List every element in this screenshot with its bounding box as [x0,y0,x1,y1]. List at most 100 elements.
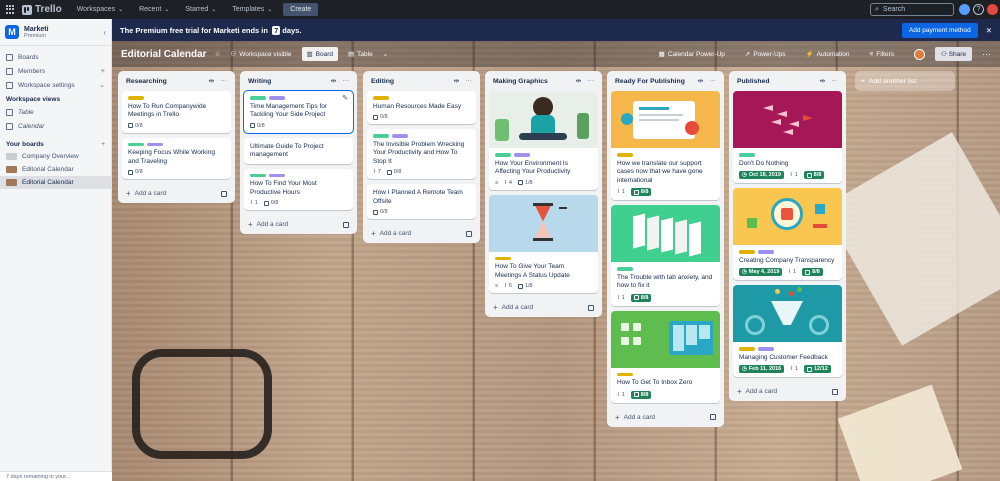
card[interactable]: Human Resources Made Easy 0/8 [367,91,476,124]
app-switcher-icon[interactable] [6,4,16,15]
card[interactable]: Ultimate Guide To Project management [244,137,353,164]
automation-button[interactable]: ⚡ Automation [805,50,850,59]
close-icon[interactable]: ✕ [986,26,992,35]
card[interactable]: Creating Company Transparency ◷ May 4, 20… [733,188,842,280]
nav-starred[interactable]: Starred ⌄ [180,3,221,16]
trello-logo[interactable]: Trello [22,4,62,15]
star-icon[interactable]: ☆ [215,50,221,58]
lightning-icon: ⚡ [805,51,814,58]
view-table-button[interactable]: ▤ Table [348,50,373,59]
add-card-button[interactable]: + Add a card [367,224,476,243]
add-card-button[interactable]: + Add a card [244,215,353,234]
list-menu-icon[interactable]: ··· [587,77,594,85]
calendar-powerup-button[interactable]: ▦ Calendar Power-Up [659,50,725,59]
list-menu-icon[interactable]: ··· [831,77,838,85]
list-menu-icon[interactable]: ··· [709,77,716,85]
add-card-button[interactable]: + Add a card [489,298,598,317]
list-menu-icon[interactable]: ··· [465,77,472,85]
notifications-icon[interactable] [959,4,970,15]
checklist-icon [633,189,639,195]
card[interactable]: How To Find Your Most Productive Hours ⌇… [244,168,353,210]
add-card-button[interactable]: + Add a card [733,382,842,401]
card-labels [495,256,592,260]
chevron-down-icon: ⌄ [164,7,170,13]
sidebar-item-table[interactable]: Table [0,105,111,119]
card[interactable]: Managing Customer Feedback ◷ Feb 11, 2016… [733,285,842,377]
collapse-list-icon[interactable]: ⇹ [454,77,460,85]
card[interactable]: The Trouble with tab anxiety, and how to… [611,205,720,306]
nav-workspaces[interactable]: Workspaces ⌄ [72,3,128,16]
add-card-button[interactable]: + Add a card [122,184,231,203]
add-card-label: Add a card [379,230,412,237]
list-title[interactable]: Ready For Publishing [615,78,685,85]
template-icon[interactable] [221,190,227,197]
list-title[interactable]: Editing [371,78,394,85]
list-menu-icon[interactable]: ··· [342,77,349,85]
visibility-button[interactable]: ⚇ Workspace visible [230,50,291,59]
user-avatar[interactable] [987,4,998,15]
sidebar-item-boards[interactable]: Boards [0,50,111,64]
card[interactable]: How Your Environment Is Affecting Your P… [489,91,598,190]
collapse-list-icon[interactable]: ⇹ [209,77,215,85]
template-icon[interactable] [588,304,594,311]
card[interactable]: How To Get To Inbox Zero ⌇ 1 8/8 [611,310,720,403]
add-board-icon[interactable]: + [101,141,105,148]
template-icon[interactable] [343,221,349,228]
collapse-list-icon[interactable]: ⇹ [576,77,582,85]
list-title[interactable]: Writing [248,78,271,85]
more-options-icon[interactable]: ··· [982,49,991,59]
list-title[interactable]: Researching [126,78,167,85]
help-icon[interactable]: ? [973,4,984,15]
template-icon[interactable] [832,388,838,395]
share-button[interactable]: ⚇ Share [935,47,972,61]
collapse-list-icon[interactable]: ⇹ [331,77,337,85]
template-icon[interactable] [710,414,716,420]
search-input[interactable]: ⌕ Search [870,3,954,16]
filters-button[interactable]: ≡ Filters [870,51,895,58]
add-member-icon[interactable]: + [101,68,105,75]
nav-templates[interactable]: Templates ⌄ [227,3,277,16]
collapse-sidebar-icon[interactable]: ‹ [103,28,106,37]
sidebar-item-workspace-settings[interactable]: Workspace settings ⌄ [0,78,111,92]
card[interactable]: Keeping Focus While Working and Travelin… [122,137,231,179]
add-list-button[interactable]: + Add another list [855,71,955,91]
card[interactable]: ✎ Time Management Tips for Tackling Your… [243,90,354,134]
collapse-list-icon[interactable]: ⇹ [698,77,704,85]
list-title[interactable]: Making Graphics [493,78,548,85]
add-card-button[interactable]: + Add a card [611,408,720,427]
create-button[interactable]: Create [283,3,319,16]
due-date-badge[interactable]: ◷ Oct 18, 2019 [739,171,784,179]
attachment-count: 1 [621,391,625,398]
checklist-icon [517,283,523,289]
sidebar-board-editorial-calendar[interactable]: Editorial Calendar [0,163,111,176]
nav-recent[interactable]: Recent ⌄ [134,3,174,16]
sidebar-item-label: Table [18,108,34,116]
checklist-complete-badge: 8/8 [630,188,652,196]
card[interactable]: How we translate our support cases now t… [611,91,720,200]
views-dropdown-icon[interactable]: ⌄ [383,50,388,58]
plus-icon: + [493,303,498,312]
list-menu-icon[interactable]: ··· [220,77,227,85]
card[interactable]: The Invisible Problem Wrecking Your Prod… [367,129,476,179]
add-payment-button[interactable]: Add payment method [901,22,978,38]
sidebar-item-members[interactable]: Members + [0,64,111,78]
list-title[interactable]: Published [737,78,769,85]
card[interactable]: How I Planned A Remote Team Offsite 0/8 [367,184,476,219]
attachment-count: 4 [508,179,512,186]
collapse-list-icon[interactable]: ⇹ [820,77,826,85]
card[interactable]: How To Give Your Team Meetings A Status … [489,194,598,293]
powerups-button[interactable]: ➚ Power-Ups [745,50,786,59]
people-icon: ⚇ [230,51,237,58]
board-title[interactable]: Editorial Calendar [121,49,207,60]
sidebar-item-calendar[interactable]: Calendar [0,119,111,133]
view-board-button[interactable]: ▥ Board [301,47,339,61]
template-icon[interactable] [466,230,472,237]
card[interactable]: Don't Do Nothing ◷ Oct 18, 2019 ⌇ 1 8/8 [733,91,842,183]
sidebar-board-company-overview[interactable]: Company Overview [0,150,111,163]
sidebar-board-editorial-calendar-active[interactable]: Editorial Calendar [0,176,111,189]
due-date-badge[interactable]: ◷ Feb 11, 2016 [739,365,785,373]
edit-pencil-icon[interactable]: ✎ [342,94,348,102]
card[interactable]: How To Run Companywide Meetings in Trell… [122,91,231,133]
member-avatar[interactable] [914,48,925,60]
due-date-badge[interactable]: ◷ May 4, 2019 [739,268,783,276]
